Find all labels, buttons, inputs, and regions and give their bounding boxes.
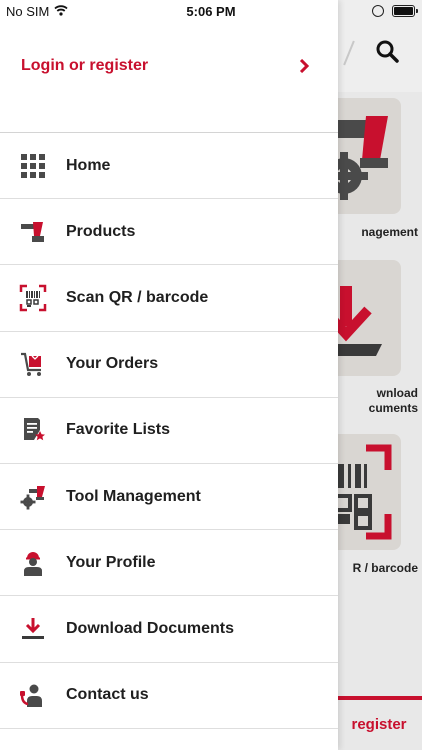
menu-item-products[interactable]: Products: [0, 199, 338, 266]
rotation-lock-icon: [372, 5, 384, 17]
menu-label-download-documents: Download Documents: [66, 619, 235, 637]
cart-icon: [21, 353, 41, 377]
menu-label-home: Home: [66, 156, 111, 174]
drawer-menu: Home Products Scan QR / barcode Your Ord…: [0, 133, 338, 729]
support-agent-icon: [20, 684, 42, 708]
navigation-drawer: Login or register Home Products Scan QR …: [0, 0, 338, 750]
status-time: 5:06 PM: [186, 4, 236, 19]
menu-label-contact-us: Contact us: [66, 686, 149, 704]
menu-item-home[interactable]: Home: [0, 133, 338, 200]
menu-label-favorite-lists: Favorite Lists: [66, 421, 171, 439]
menu-item-favorite-lists[interactable]: Favorite Lists: [0, 398, 338, 464]
menu-label-your-orders: Your Orders: [66, 355, 159, 373]
menu-label-scan-qr: Scan QR / barcode: [66, 288, 209, 306]
battery-icon: [392, 5, 418, 17]
login-register-row[interactable]: Login or register: [0, 48, 338, 84]
menu-item-your-orders[interactable]: Your Orders: [0, 332, 338, 398]
favorite-list-icon: [24, 418, 45, 441]
worker-icon: [24, 551, 42, 576]
login-register-label: Login or register: [21, 57, 149, 74]
chevron-right-icon: [299, 59, 310, 73]
download-icon: [22, 617, 44, 639]
menu-item-contact-us[interactable]: Contact us: [0, 663, 338, 729]
qr-scan-icon: [19, 284, 47, 312]
menu-item-scan-qr[interactable]: Scan QR / barcode: [0, 265, 338, 332]
grid-icon: [21, 153, 45, 178]
tool-gear-icon: [20, 485, 45, 510]
status-bar: No SIM 5:06 PM: [0, 0, 422, 22]
menu-label-your-profile: Your Profile: [66, 553, 156, 571]
search-icon[interactable]: [374, 38, 400, 64]
menu-label-products: Products: [66, 222, 136, 240]
menu-label-tool-management: Tool Management: [66, 487, 201, 505]
drill-icon: [21, 221, 44, 242]
menu-item-tool-management[interactable]: Tool Management: [0, 464, 338, 531]
menu-item-your-profile[interactable]: Your Profile: [0, 530, 338, 597]
menu-item-download-documents[interactable]: Download Documents: [0, 596, 338, 663]
